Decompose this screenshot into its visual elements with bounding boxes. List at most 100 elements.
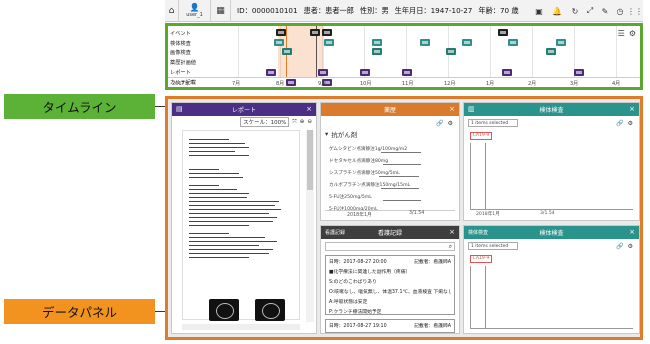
gear-icon[interactable]: ⚙: [628, 120, 633, 127]
lab-item-select[interactable]: 1 items selected: [468, 242, 518, 250]
ct-image[interactable]: [255, 299, 285, 321]
link-icon[interactable]: 🔗: [616, 243, 623, 250]
timeline-tick-label: 3月: [570, 81, 579, 87]
user-menu-button[interactable]: 👤 user_1: [179, 0, 211, 22]
clock-icon[interactable]: ◷: [615, 6, 625, 16]
zoom-in-icon[interactable]: ⊕: [300, 119, 305, 125]
lab-marker[interactable]: [420, 39, 430, 46]
refresh-icon[interactable]: ↻: [570, 6, 580, 16]
close-icon[interactable]: ×: [629, 228, 635, 236]
close-icon[interactable]: ×: [449, 228, 455, 236]
medication-axis-label: 2018年1月: [347, 213, 372, 218]
report-panel: ▤ レポート × スケール：100% ⤧ ⊕ ⊖: [171, 102, 317, 334]
lab-item-select[interactable]: 1 items selected: [468, 119, 518, 127]
search-icon[interactable]: ⌕: [449, 243, 452, 251]
timeline-tick-label: 10月: [360, 81, 372, 87]
medication-row[interactable]: 5-FU注250mg/5mL: [329, 194, 372, 200]
apps-icon[interactable]: ⋮⋮: [627, 6, 643, 16]
report-scrollbar[interactable]: [306, 130, 314, 322]
lab-panel: ▥ 検体検査 × 1 items selected 🔗 ⚙ CA19-9 201…: [463, 102, 640, 221]
lab-chart[interactable]: [470, 266, 633, 329]
lab-panel-header: 検体検査 検体検査 ×: [464, 226, 639, 239]
gear-icon[interactable]: ⚙: [448, 120, 453, 127]
medication-tools: 🔗 ⚙: [436, 120, 453, 127]
document-icon[interactable]: ▤: [176, 105, 183, 113]
image-marker[interactable]: [546, 48, 556, 55]
zoom-field[interactable]: スケール：100%: [240, 117, 290, 127]
image-marker[interactable]: [282, 48, 292, 55]
event-marker[interactable]: [498, 29, 508, 36]
expand-icon[interactable]: ⤢: [585, 6, 595, 16]
lab-item-tag[interactable]: CA19-9: [470, 132, 492, 140]
event-marker[interactable]: [310, 29, 320, 36]
close-icon[interactable]: ×: [449, 105, 455, 113]
timeline-tick-label: 11月: [402, 81, 414, 87]
timeline-panel: イベント 検体検査 画像検査 薬歴計画値 レポート カルテ記載 ☰ ⚙ 2017…: [165, 23, 643, 90]
lab-tools: 🔗 ⚙: [616, 243, 633, 250]
fit-icon[interactable]: ⤧: [292, 119, 296, 126]
event-marker[interactable]: [322, 29, 332, 36]
lab-marker[interactable]: [508, 39, 518, 46]
medication-group[interactable]: ▾ 抗がん剤: [321, 126, 459, 142]
note-line: ■化学療法に関連した副作用（疼痛）: [329, 270, 411, 275]
image-marker[interactable]: [372, 48, 382, 55]
data-panel-callout: データパネル: [4, 299, 155, 324]
patient-name: 患者：患者一郎: [303, 5, 354, 15]
bell-icon[interactable]: 🔔: [549, 6, 565, 16]
note-card[interactable]: 日時：2017-08-27 20:00 記載者：看護師A ■化学療法に関連した副…: [325, 255, 455, 315]
link-icon[interactable]: 🔗: [616, 120, 623, 127]
note-line: P:クランチ療法開始予定: [329, 310, 382, 315]
lab-marker[interactable]: [372, 39, 382, 46]
link-icon[interactable]: 🔗: [436, 120, 443, 127]
lab-chart[interactable]: [470, 143, 633, 210]
lab-marker[interactable]: [274, 39, 284, 46]
note-card[interactable]: 日時：2017-08-27 19:10 記載者：看護師A: [325, 319, 455, 333]
note-line: A:呼吸状態は安定: [329, 300, 368, 305]
timeline-tick-label: 9月: [318, 81, 327, 87]
nursing-note-header-left: 看護記録: [325, 230, 346, 236]
gear-icon[interactable]: ⚙: [628, 243, 633, 250]
data-panel-area: ▤ レポート × スケール：100% ⤧ ⊕ ⊖ 薬歴 × 🔗 ⚙ ▾ 抗がん剤…: [165, 96, 643, 340]
timeline-grid[interactable]: [226, 26, 640, 86]
medication-panel: 薬歴 × 🔗 ⚙ ▾ 抗がん剤 ゲムシタビン点滴静注1g/100mg/m2 ドセ…: [320, 102, 460, 221]
chevron-down-icon[interactable]: ▾: [325, 130, 328, 138]
report-hscrollbar[interactable]: [182, 324, 300, 330]
close-icon[interactable]: ×: [629, 105, 635, 113]
medication-axis: 2018年1月 3/1.54: [325, 210, 455, 218]
image-icon[interactable]: ▣: [534, 6, 544, 16]
lab-marker[interactable]: [324, 39, 334, 46]
lab-marker[interactable]: [556, 39, 566, 46]
medication-row[interactable]: ドセタキセル点滴静注80mg: [329, 158, 388, 164]
chart-icon[interactable]: ▥: [468, 105, 475, 113]
layout-menu-button[interactable]: ▦: [211, 0, 231, 22]
report-marker[interactable]: [266, 69, 276, 76]
report-marker[interactable]: [318, 69, 328, 76]
report-marker[interactable]: [574, 69, 584, 76]
ct-image[interactable]: [209, 299, 239, 321]
lab-axis-label: 3/1.54: [540, 211, 555, 216]
user-icon: 👤: [189, 3, 200, 12]
note-date: 日時：2017-08-27 20:00: [329, 260, 387, 265]
lab-marker[interactable]: [462, 39, 472, 46]
image-marker[interactable]: [446, 48, 456, 55]
report-marker[interactable]: [360, 69, 370, 76]
home-button[interactable]: ⌂: [165, 0, 179, 22]
event-marker[interactable]: [276, 29, 286, 36]
app-screenshot: ⌂ 👤 user_1 ▦ ID：0000010101 患者：患者一郎 性別：男 …: [0, 0, 650, 344]
timeline-row-label: 薬歴計画値: [170, 60, 196, 66]
report-marker[interactable]: [402, 69, 412, 76]
lab-tools: 🔗 ⚙: [616, 120, 633, 127]
note-line: O:咳嗽なし、嘔気無し、体温37.1℃、血液検査 下痢なし: [329, 290, 451, 295]
lab-axis: 2018年1月 3/1.54: [470, 211, 633, 218]
edit-icon[interactable]: ✎: [600, 6, 610, 16]
list-icon[interactable]: ☰: [618, 29, 625, 38]
note-line: S:のどのこわばりあり: [329, 280, 377, 285]
lab-item-tag[interactable]: CA19-9: [470, 255, 492, 263]
report-panel-header: ▤ レポート ×: [172, 103, 316, 116]
note-author: 記載者：看護師A: [414, 324, 451, 329]
note-search-input[interactable]: ⌕: [325, 242, 455, 251]
report-marker[interactable]: [502, 69, 512, 76]
zoom-out-icon[interactable]: ⊖: [307, 119, 312, 125]
close-icon[interactable]: ×: [306, 105, 312, 113]
gear-icon[interactable]: ⚙: [629, 29, 636, 38]
